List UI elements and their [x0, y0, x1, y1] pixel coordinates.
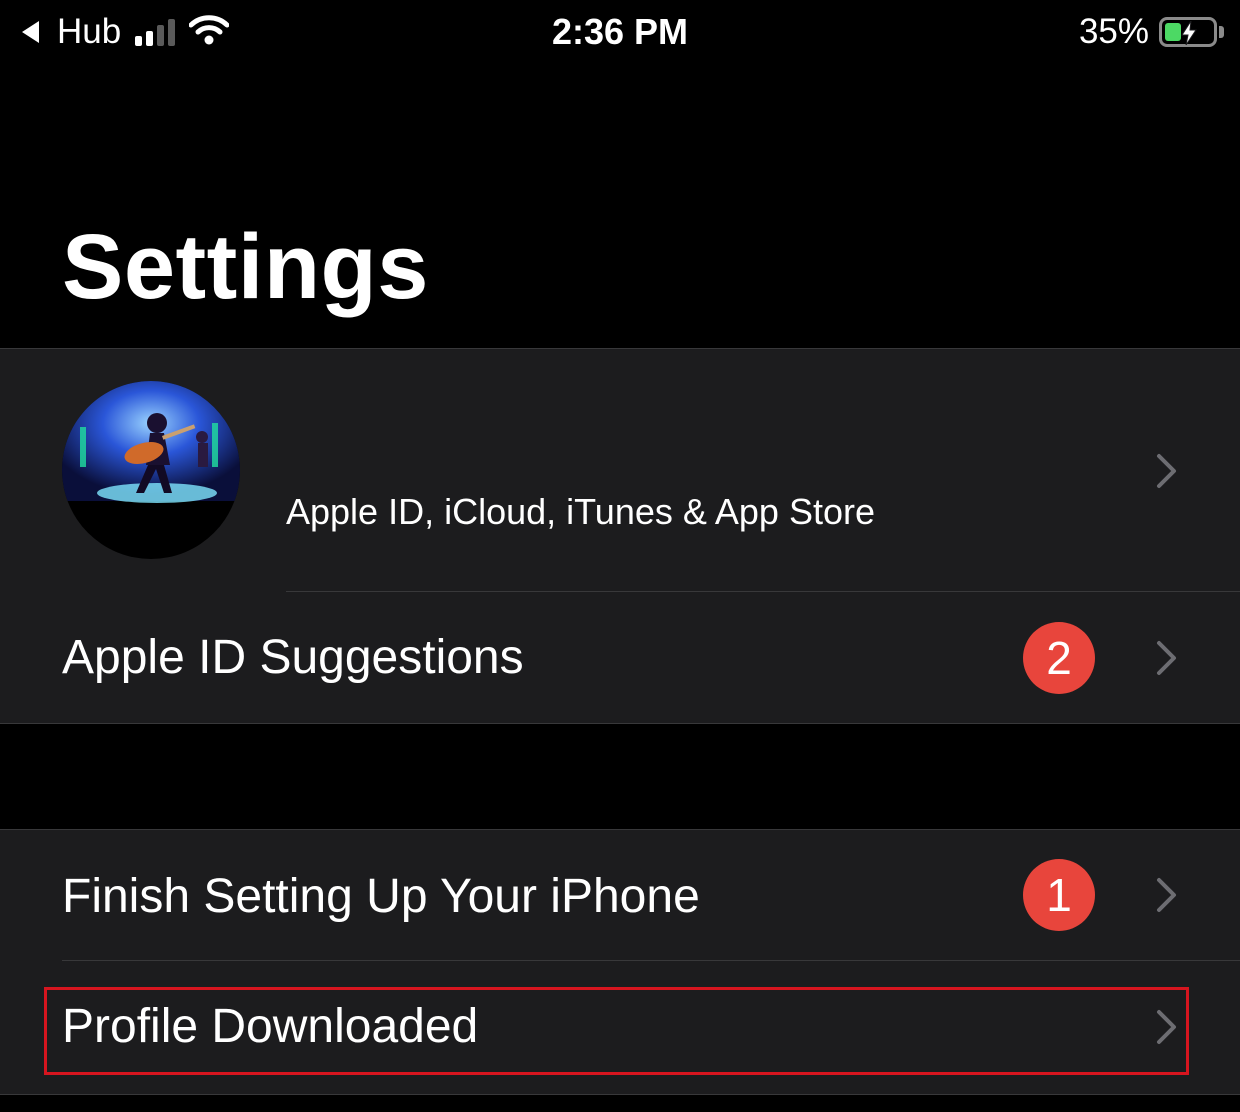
battery-charging-icon	[1159, 17, 1217, 47]
apple-id-group: Apple ID, iCloud, iTunes & App Store App…	[0, 348, 1240, 724]
battery-level-fill	[1165, 23, 1181, 41]
avatar	[62, 381, 240, 559]
apple-id-suggestions-label: Apple ID Suggestions	[62, 631, 524, 684]
status-time: 2:36 PM	[551, 11, 689, 52]
apple-id-suggestions-row[interactable]: Apple ID Suggestions 2	[0, 592, 1240, 724]
finish-setup-row[interactable]: Finish Setting Up Your iPhone 1	[0, 830, 1240, 960]
apple-id-row[interactable]: Apple ID, iCloud, iTunes & App Store	[0, 349, 1240, 591]
suggestions-badge: 2	[1023, 622, 1095, 694]
battery-percent: 35%	[1078, 12, 1149, 51]
battery-indicator: 35%	[1079, 10, 1224, 54]
chevron-right-icon	[1156, 877, 1178, 918]
chevron-right-icon	[1156, 453, 1178, 494]
battery-tip	[1219, 26, 1224, 38]
finish-setup-label: Finish Setting Up Your iPhone	[62, 870, 700, 923]
apple-id-subtitle: Apple ID, iCloud, iTunes & App Store	[286, 491, 875, 532]
highlight-box	[44, 987, 1189, 1075]
status-bar: Hub 2:36 PM 35%	[0, 0, 1240, 64]
page-title: Settings	[62, 216, 429, 318]
charging-bolt-icon	[1181, 21, 1197, 45]
finish-setup-badge: 1	[1023, 859, 1095, 931]
chevron-right-icon	[1156, 640, 1178, 681]
